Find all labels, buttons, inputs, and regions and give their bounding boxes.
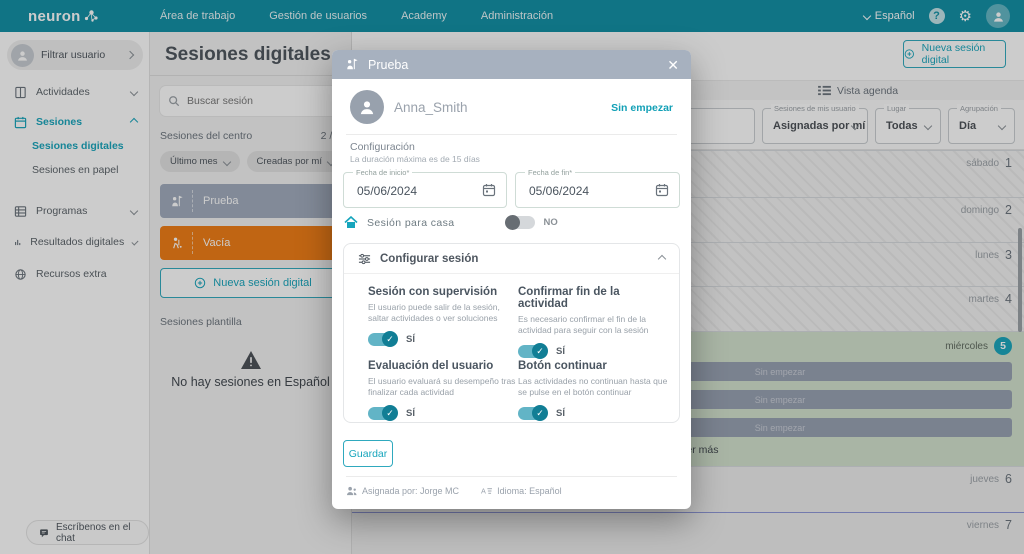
setting-description: Es necesario confirmar el fin de la acti… [518,314,668,337]
divider [346,134,677,135]
setting-description: Las actividades no continuan hasta que s… [518,376,668,399]
modal-header: Prueba ✕ [332,50,691,79]
setting-supervision: Sesión con supervisión El usuario puede … [368,286,518,346]
assigned-by-label: Asignada por: Jorge MC [362,486,459,496]
home-session-toggle[interactable] [506,216,535,229]
continue-button-toggle[interactable]: ✓ [518,407,547,420]
configure-session-panel: Configurar sesión Sesión con supervisión… [343,243,680,423]
setting-title: Sesión con supervisión [368,286,518,298]
divider [346,476,677,477]
date-field-label: Fecha de inicio* [353,168,412,177]
home-session-row: Sesión para casa NO [344,216,558,229]
configure-session-header[interactable]: Configurar sesión [344,244,679,274]
session-flag-icon [344,57,359,72]
home-session-label: Sesión para casa [367,217,455,229]
setting-confirm-end: Confirmar fin de la actividad Es necesar… [518,286,668,358]
date-field-label: Fecha de fin* [525,168,575,177]
user-evaluation-toggle[interactable]: ✓ [368,407,397,420]
configure-session-label: Configurar sesión [380,253,650,265]
calendar-icon[interactable] [655,183,669,197]
save-button[interactable]: Guardar [343,440,393,467]
modal-user-name: Anna_Smith [394,100,468,115]
date-field-value: 05/06/2024 [357,184,417,198]
session-status-link[interactable]: Sin empezar [611,102,673,114]
close-icon[interactable]: ✕ [667,58,679,72]
toggle-check-icon: ✓ [382,405,398,421]
toggle-check-icon: ✓ [532,405,548,421]
date-field-value: 05/06/2024 [529,184,589,198]
setting-state: SÍ [556,346,565,357]
modal-footer: Asignada por: Jorge MC A Idioma: Español [346,486,562,496]
toggle-check-icon: ✓ [532,343,548,359]
end-date-field[interactable]: Fecha de fin* 05/06/2024 [515,172,680,208]
setting-state: SÍ [406,408,415,419]
setting-title: Confirmar fin de la actividad [518,286,668,310]
setting-title: Evaluación del usuario [368,360,518,372]
language-info: A Idioma: Español [481,486,562,496]
supervision-toggle[interactable]: ✓ [368,333,397,346]
svg-text:A: A [481,486,486,495]
home-icon [344,216,358,229]
language-info-label: Idioma: Español [497,486,562,496]
sliders-icon [358,253,371,265]
home-session-state: NO [544,217,558,228]
toggle-knob [505,215,520,230]
start-date-field[interactable]: Fecha de inicio* 05/06/2024 [343,172,507,208]
configuration-subtitle: La duración máxima es de 15 días [350,154,480,164]
people-icon [346,486,357,496]
configuration-title: Configuración [350,141,415,153]
confirm-end-toggle[interactable]: ✓ [518,345,547,358]
calendar-icon[interactable] [482,183,496,197]
user-avatar [350,90,384,124]
setting-title: Botón continuar [518,360,668,372]
translate-icon: A [481,486,492,496]
toggle-check-icon: ✓ [382,331,398,347]
assigned-by: Asignada por: Jorge MC [346,486,459,496]
setting-description: El usuario evaluará su desempeño tras fi… [368,376,518,399]
setting-continue-button: Botón continuar Las actividades no conti… [518,360,668,420]
setting-description: El usuario puede salir de la sesión, sal… [368,302,518,325]
chevron-up-icon [658,254,666,262]
setting-state: SÍ [556,408,565,419]
session-modal: Prueba ✕ Anna_Smith Sin empezar Configur… [332,50,691,509]
modal-title: Prueba [368,58,658,72]
setting-state: SÍ [406,334,415,345]
setting-user-evaluation: Evaluación del usuario El usuario evalua… [368,360,518,420]
